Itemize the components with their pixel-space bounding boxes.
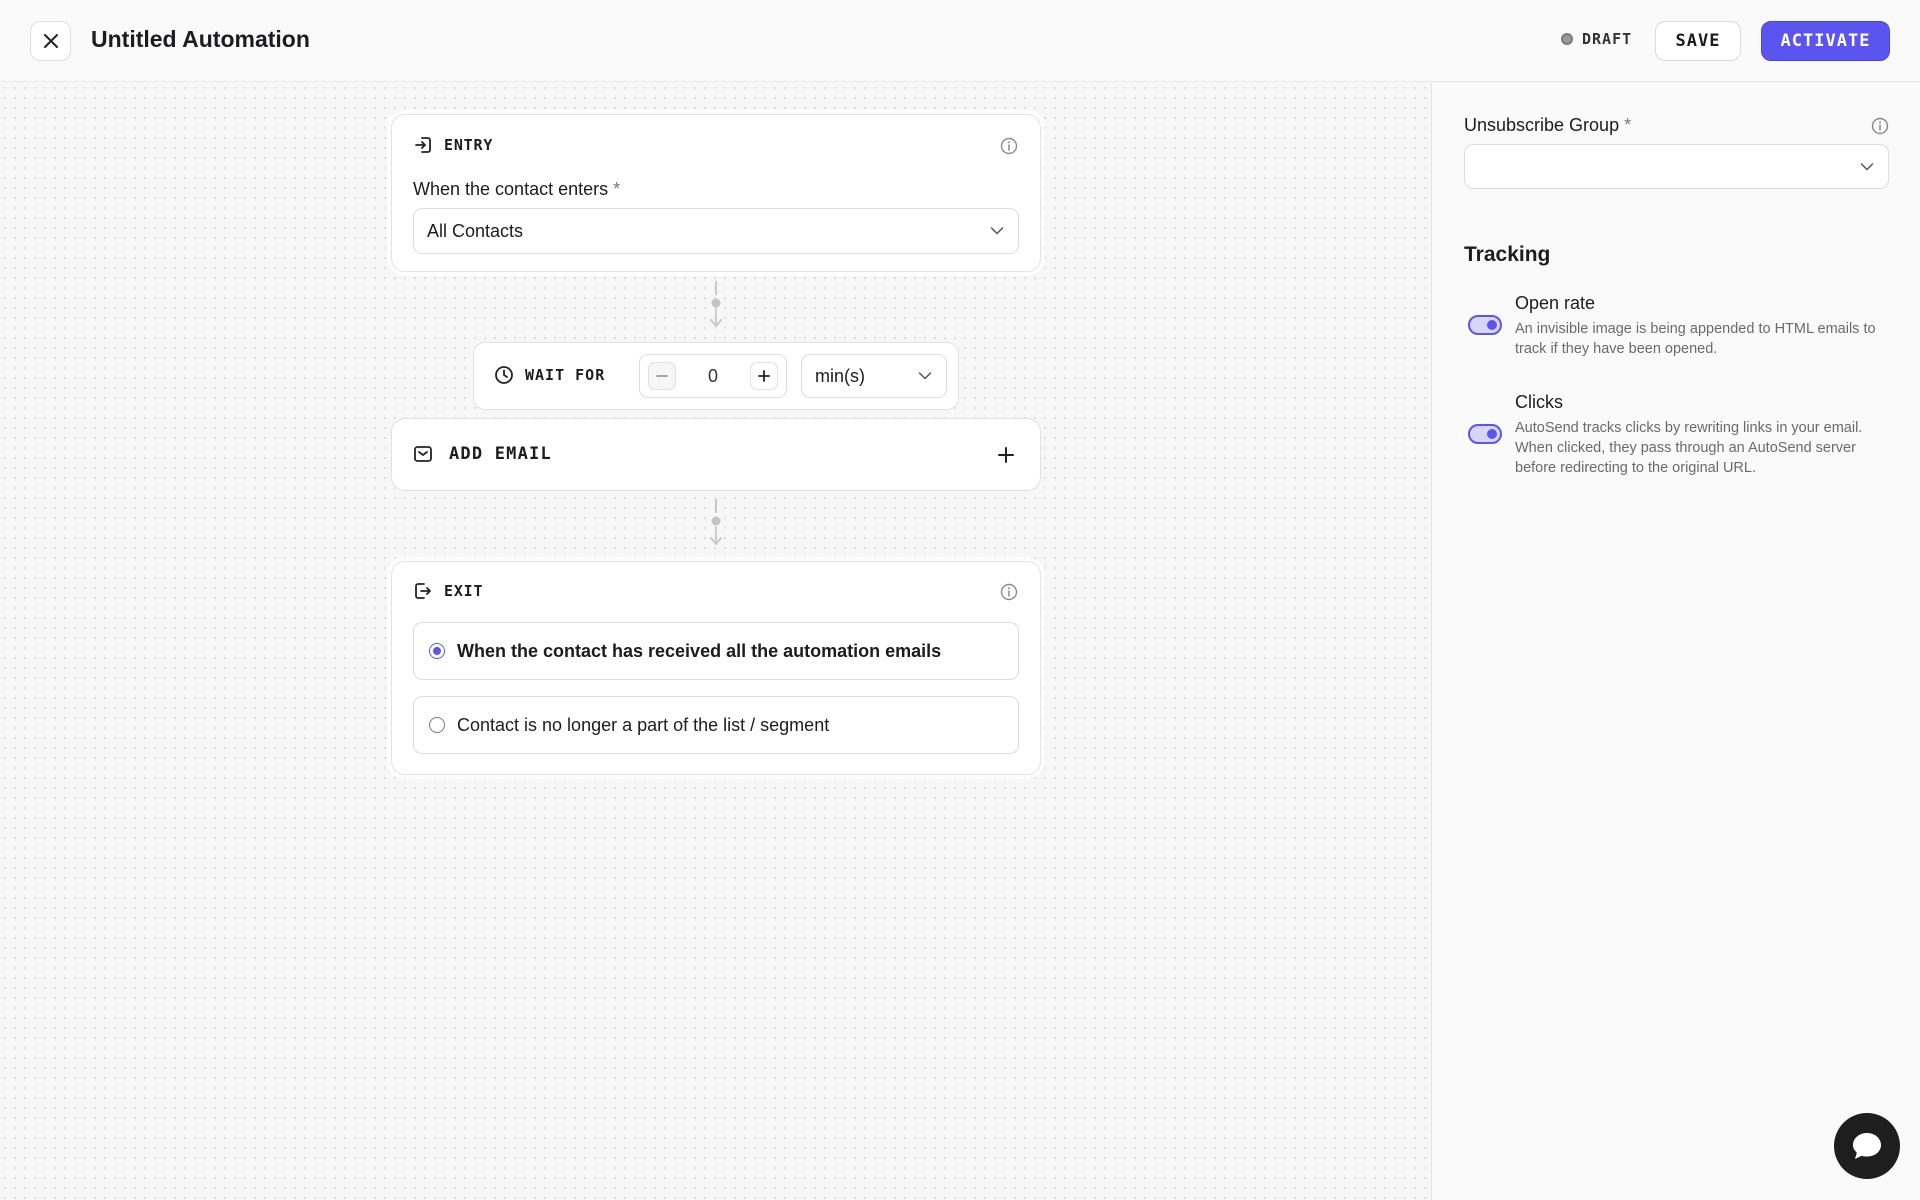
top-bar: Untitled Automation DRAFT SAVE ACTIVATE (0, 0, 1920, 82)
settings-panel: Unsubscribe Group * Tracking Open rate A… (1433, 83, 1920, 1200)
radio-selected[interactable] (429, 643, 445, 659)
wait-heading: WAIT FOR (494, 365, 605, 385)
radio-unselected[interactable] (429, 717, 445, 733)
close-icon (43, 34, 58, 48)
exit-icon (415, 583, 431, 599)
entry-icon (415, 137, 431, 153)
unsubscribe-label-text: Unsubscribe Group (1464, 115, 1620, 135)
open-rate-toggle[interactable] (1468, 315, 1502, 335)
entry-select-value: All Contacts (427, 220, 524, 241)
exit-option-left-list[interactable]: Contact is no longer a part of the list … (413, 696, 1019, 754)
open-rate-description: An invisible image is being appended to … (1515, 321, 1876, 357)
entry-heading-label: ENTRY (444, 136, 494, 154)
close-button[interactable] (30, 21, 71, 61)
workflow-canvas[interactable]: ENTRY When the contact enters * All Cont… (0, 83, 1432, 1200)
add-email-label: ADD EMAIL (449, 444, 552, 464)
chevron-down-icon (1860, 162, 1874, 170)
info-icon[interactable] (1000, 137, 1018, 155)
flow-connector (710, 499, 722, 545)
email-icon (414, 446, 432, 462)
entry-heading: ENTRY (413, 135, 493, 155)
clock-icon (495, 366, 513, 384)
plus-icon (758, 370, 770, 382)
chevron-down-icon (918, 372, 932, 380)
required-mark: * (1624, 115, 1632, 135)
add-email-heading: ADD EMAIL (413, 444, 552, 464)
entry-field-label-text: When the contact enters (413, 179, 609, 199)
save-button[interactable]: SAVE (1655, 21, 1741, 61)
clicks-description: AutoSend tracks clicks by rewriting link… (1515, 420, 1863, 476)
wait-stepper: 0 (639, 354, 787, 398)
unsubscribe-group-label: Unsubscribe Group * (1464, 115, 1631, 136)
info-icon[interactable] (1000, 583, 1018, 601)
add-icon[interactable] (996, 445, 1016, 465)
exit-heading-label: EXIT (444, 582, 484, 600)
wait-step: WAIT FOR 0 min(s) (473, 342, 959, 410)
status-badge: DRAFT (1561, 30, 1632, 48)
clicks-title: Clicks (1515, 392, 1563, 412)
tracking-title: Tracking (1464, 243, 1551, 266)
unsubscribe-group-select[interactable] (1464, 144, 1889, 189)
activate-button[interactable]: ACTIVATE (1761, 21, 1890, 61)
entry-select[interactable]: All Contacts (413, 208, 1019, 254)
required-mark: * (613, 179, 621, 199)
chat-bubble-icon (1853, 1133, 1881, 1159)
add-email-step[interactable]: ADD EMAIL (391, 418, 1041, 491)
status-dot-icon (1561, 33, 1573, 45)
info-icon[interactable] (1871, 117, 1889, 135)
entry-card: ENTRY When the contact enters * All Cont… (391, 114, 1041, 272)
clicks-toggle[interactable] (1468, 424, 1502, 444)
open-rate-title: Open rate (1515, 293, 1596, 313)
chat-button[interactable] (1834, 1113, 1900, 1179)
page-title: Untitled Automation (91, 26, 310, 52)
wait-label: WAIT FOR (525, 366, 606, 384)
wait-unit-value: min(s) (815, 365, 865, 386)
wait-unit-select[interactable]: min(s) (801, 354, 947, 398)
increment-button[interactable] (750, 362, 778, 390)
exit-heading: EXIT (413, 581, 483, 601)
chevron-down-icon (990, 227, 1004, 235)
exit-option-label: Contact is no longer a part of the list … (457, 714, 830, 735)
exit-option-label: When the contact has received all the au… (457, 640, 942, 661)
status-label: DRAFT (1582, 30, 1633, 48)
flow-connector (710, 281, 722, 327)
exit-option-all-emails[interactable]: When the contact has received all the au… (413, 622, 1019, 680)
entry-field-label: When the contact enters * (413, 179, 620, 200)
exit-card: EXIT When the contact has received all t… (391, 561, 1041, 775)
